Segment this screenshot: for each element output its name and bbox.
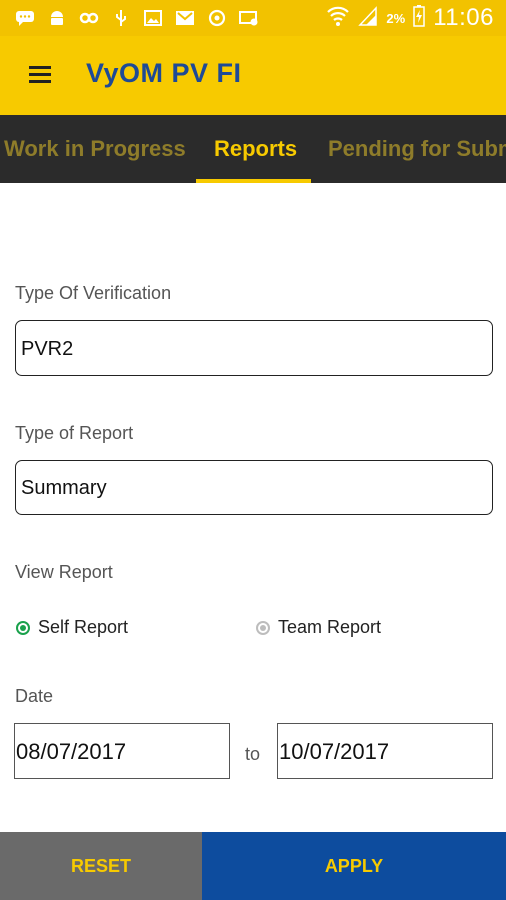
gmail-icon [174,8,195,27]
battery-charging-icon [413,4,425,32]
self-report-label: Self Report [38,617,129,637]
tab-pending-for-submission[interactable]: Pending for Subm [328,115,506,183]
notification-icons [14,8,259,27]
radio-checked-icon [16,620,30,635]
date-from-value: 08/07/2017 [16,739,127,764]
date-to-field[interactable]: 10/07/2017 [277,723,493,779]
verification-type-label: Type Of Verification [15,283,172,303]
usb-icon [110,8,131,27]
tab-bar: Work in Progress Reports Pending for Sub… [0,115,506,183]
wifi-icon [326,5,350,32]
report-type-value: Summary [21,477,107,499]
image-icon [142,8,163,27]
signal-icon [358,5,378,31]
apply-button[interactable]: APPLY [202,832,506,900]
verification-type-field[interactable]: PVR2 [15,320,493,376]
self-report-radio[interactable]: Self Report [16,617,128,638]
clock: 11:06 [433,4,494,31]
radio-unchecked-icon [256,620,270,635]
sync-icon [206,8,227,27]
tab-work-in-progress[interactable]: Work in Progress [4,115,186,183]
status-bar: 2% 11:06 [0,0,506,36]
date-from-field[interactable]: 08/07/2017 [14,723,230,779]
report-type-label: Type of Report [15,423,134,443]
team-report-radio[interactable]: Team Report [256,617,381,638]
chat-icon [14,8,35,27]
android-icon [46,8,67,27]
link-icon [78,8,99,27]
reset-button[interactable]: RESET [0,832,202,900]
date-separator: to [245,744,261,764]
mail-icon [238,8,259,27]
team-report-label: Team Report [278,617,382,637]
battery-percent: 2% [386,10,406,26]
tab-reports[interactable]: Reports [214,115,297,183]
app-toolbar: VyOM PV FI [0,36,506,115]
active-tab-indicator [196,179,311,183]
hamburger-menu-icon[interactable] [29,66,51,84]
date-to-value: 10/07/2017 [279,739,390,764]
verification-type-value: PVR2 [21,338,74,360]
view-report-label: View Report [15,562,113,582]
status-right: 2% 11:06 [326,4,494,32]
report-type-field[interactable]: Summary [15,460,493,515]
app-title: VyOM PV FI [86,58,242,88]
date-label: Date [15,686,54,706]
